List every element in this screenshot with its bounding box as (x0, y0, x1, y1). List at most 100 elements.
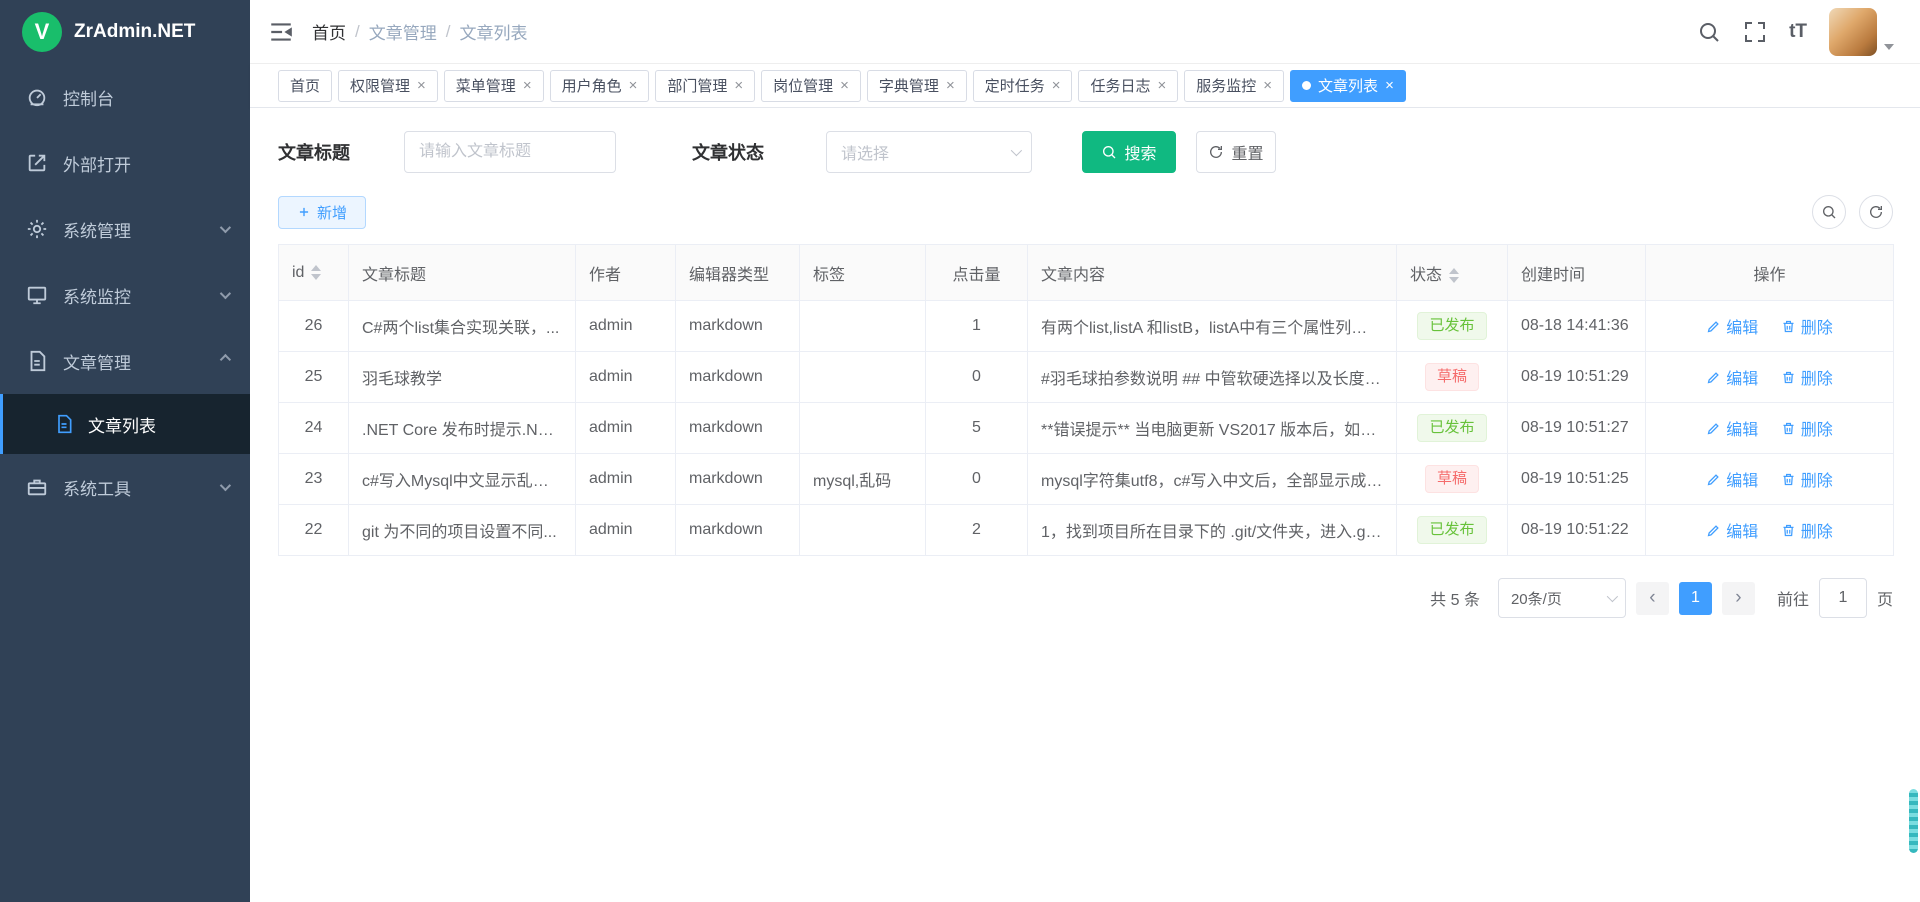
content-area: 文章标题 文章状态 请选择 搜索 重置 (250, 108, 1920, 902)
right-toolbar (1812, 195, 1893, 229)
user-menu[interactable] (1829, 8, 1894, 56)
page-size-select[interactable]: 20条/页 (1498, 578, 1626, 618)
article-status-select[interactable]: 请选择 (826, 131, 1032, 173)
tab-close-icon[interactable]: × (1385, 78, 1394, 93)
sidebar-item-system-tools[interactable]: 系统工具 (0, 454, 250, 520)
sidebar-subitem-article-list[interactable]: 文章列表 (0, 394, 250, 454)
sidebar-item-system-monitor[interactable]: 系统监控 (0, 262, 250, 328)
font-size-icon[interactable]: tT (1789, 21, 1807, 43)
tag-tab-bar: 首页 权限管理 × 菜单管理 × 用户角色 × 部门管理 × 岗位管理 × (250, 64, 1920, 108)
sidebar-item-system-management[interactable]: 系统管理 (0, 196, 250, 262)
tab-server-monitor[interactable]: 服务监控 × (1184, 70, 1284, 102)
breadcrumb-item-home[interactable]: 首页 (312, 19, 346, 44)
tab-user-role[interactable]: 用户角色 × (550, 70, 650, 102)
cell-editor: markdown (676, 352, 800, 403)
active-dot-icon (1302, 81, 1311, 90)
column-header-actions: 操作 (1646, 245, 1894, 301)
sort-icon[interactable] (1449, 268, 1459, 283)
breadcrumb-item-article-management[interactable]: 文章管理 (369, 19, 437, 44)
tab-task-log[interactable]: 任务日志 × (1078, 70, 1178, 102)
delete-button[interactable]: 删除 (1781, 314, 1833, 338)
edit-button[interactable]: 编辑 (1706, 416, 1758, 440)
avatar[interactable] (1829, 8, 1877, 56)
reset-button[interactable]: 重置 (1196, 131, 1276, 173)
delete-button[interactable]: 删除 (1781, 467, 1833, 491)
column-header-tags: 标签 (800, 245, 926, 301)
tab-menu-mgmt[interactable]: 菜单管理 × (444, 70, 544, 102)
cell-tags (800, 505, 926, 556)
settings-icon (26, 218, 48, 240)
tab-close-icon[interactable]: × (734, 78, 743, 93)
sidebar-item-dashboard[interactable]: 控制台 (0, 64, 250, 130)
cell-editor: markdown (676, 454, 800, 505)
cell-status: 已发布 (1397, 403, 1508, 454)
tab-scheduled-task[interactable]: 定时任务 × (973, 70, 1073, 102)
refresh-table-button[interactable] (1859, 195, 1893, 229)
column-header-id[interactable]: id (279, 245, 349, 301)
toggle-search-button[interactable] (1812, 195, 1846, 229)
tab-close-icon[interactable]: × (1263, 78, 1272, 93)
sidebar-item-article-management[interactable]: 文章管理 (0, 328, 250, 394)
pencil-icon (1706, 523, 1721, 538)
tab-post-mgmt[interactable]: 岗位管理 × (761, 70, 861, 102)
table-row: 26 C#两个list集合实现关联，... admin markdown 1 有… (279, 301, 1894, 352)
tab-article-list[interactable]: 文章列表 × (1290, 70, 1406, 102)
cell-tags: mysql,乱码 (800, 454, 926, 505)
delete-button[interactable]: 删除 (1781, 518, 1833, 542)
tab-close-icon[interactable]: × (523, 78, 532, 93)
tab-permission-mgmt[interactable]: 权限管理 × (338, 70, 438, 102)
topbar: 首页 / 文章管理 / 文章列表 tT (250, 0, 1920, 64)
add-button[interactable]: 新增 (278, 196, 366, 229)
tab-close-icon[interactable]: × (629, 78, 638, 93)
sort-icon[interactable] (311, 265, 321, 280)
column-header-created: 创建时间 (1508, 245, 1646, 301)
delete-button[interactable]: 删除 (1781, 416, 1833, 440)
prev-page-button[interactable]: ‹ (1636, 582, 1669, 615)
tab-close-icon[interactable]: × (840, 78, 849, 93)
caret-down-icon[interactable] (1884, 44, 1894, 50)
edit-button[interactable]: 编辑 (1706, 365, 1758, 389)
table-row: 24 .NET Core 发布时提示.NET... admin markdown… (279, 403, 1894, 454)
scrollbar-thumb[interactable] (1909, 789, 1918, 853)
cell-actions: 编辑 删除 (1646, 505, 1894, 556)
cell-content: 1，找到项目所在目录下的 .git/文件夹，进入.git/... (1028, 505, 1397, 556)
tab-dict-mgmt[interactable]: 字典管理 × (867, 70, 967, 102)
plus-icon (297, 205, 311, 219)
column-header-author: 作者 (576, 245, 676, 301)
cell-content: 有两个list,listA 和listB，listA中有三个属性列为St... (1028, 301, 1397, 352)
tab-home[interactable]: 首页 (278, 70, 332, 102)
column-header-status[interactable]: 状态 (1397, 245, 1508, 301)
page-number-button[interactable]: 1 (1679, 582, 1712, 615)
next-page-button[interactable]: › (1722, 582, 1755, 615)
tab-close-icon[interactable]: × (946, 78, 955, 93)
article-title-input[interactable] (404, 131, 616, 173)
tab-label: 岗位管理 (773, 75, 833, 96)
search-icon[interactable] (1697, 20, 1721, 44)
search-button[interactable]: 搜索 (1082, 131, 1176, 173)
tab-close-icon[interactable]: × (1052, 78, 1061, 93)
tab-close-icon[interactable]: × (417, 78, 426, 93)
goto-page-input[interactable] (1819, 578, 1867, 618)
cell-title: .NET Core 发布时提示.NET... (349, 403, 576, 454)
cell-status: 草稿 (1397, 352, 1508, 403)
cell-actions: 编辑 删除 (1646, 403, 1894, 454)
monitor-icon (26, 284, 48, 306)
app-root: V ZrAdmin.NET 控制台 外部打开 系统管理 (0, 0, 1920, 902)
cell-created: 08-19 10:51:29 (1508, 352, 1646, 403)
logo: V ZrAdmin.NET (0, 0, 250, 64)
tab-close-icon[interactable]: × (1158, 78, 1167, 93)
chevron-down-icon (220, 288, 231, 299)
trash-icon (1781, 370, 1796, 385)
edit-button[interactable]: 编辑 (1706, 314, 1758, 338)
trash-icon (1781, 523, 1796, 538)
fullscreen-icon[interactable] (1743, 20, 1767, 44)
edit-button[interactable]: 编辑 (1706, 467, 1758, 491)
edit-button[interactable]: 编辑 (1706, 518, 1758, 542)
sidebar-item-external-open[interactable]: 外部打开 (0, 130, 250, 196)
article-title-label: 文章标题 (278, 139, 350, 165)
sidebar-item-label: 系统工具 (63, 475, 220, 500)
tab-label: 服务监控 (1196, 75, 1256, 96)
tab-department-mgmt[interactable]: 部门管理 × (655, 70, 755, 102)
collapse-sidebar-icon[interactable] (268, 19, 294, 45)
delete-button[interactable]: 删除 (1781, 365, 1833, 389)
